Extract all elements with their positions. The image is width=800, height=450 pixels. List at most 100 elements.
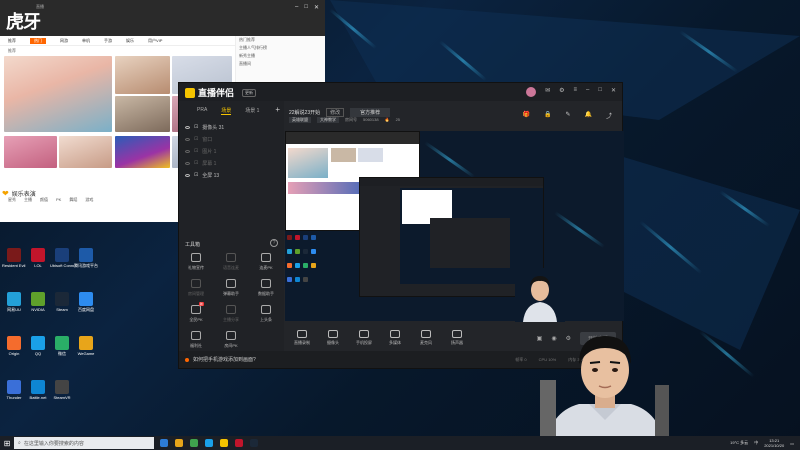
maximize-icon[interactable]: □ — [304, 4, 308, 11]
desktop-icon[interactable]: Battle.net — [26, 380, 50, 400]
section-tab[interactable]: 颜值 — [40, 197, 48, 203]
minimize-icon[interactable]: – — [295, 4, 298, 11]
desktop-icon[interactable]: 腾讯游戏平台 — [74, 248, 98, 268]
lock-icon[interactable]: ⊡ — [194, 124, 198, 130]
add-scene-icon[interactable]: + — [275, 105, 280, 114]
right-pane-row[interactable]: 主播人气排行榜 — [236, 44, 325, 52]
bottom-tool[interactable]: 多媒体 — [381, 330, 409, 346]
qq-icon[interactable] — [205, 439, 213, 447]
nav-item[interactable]: 娱乐 — [126, 38, 134, 44]
nav-item[interactable]: 单机 — [82, 38, 90, 44]
scene-tab[interactable]: PRA — [197, 107, 207, 115]
live-companion-icon[interactable] — [220, 439, 228, 447]
source-item[interactable]: ⊡ 窗口 — [179, 133, 284, 145]
desktop-icon[interactable]: WeGame — [74, 336, 98, 356]
lock-icon[interactable]: ⊡ — [194, 136, 198, 142]
footer-tip[interactable]: 如何把手机游戏添加到画面? — [193, 356, 256, 363]
bottom-tool[interactable]: 扬声器 — [443, 330, 471, 346]
edit-title-button[interactable]: 修改 — [326, 107, 345, 117]
chrome-icon[interactable] — [190, 439, 198, 447]
edit-icon[interactable]: ✎ — [565, 111, 570, 120]
tool-item[interactable]: 弹幕助手 — [214, 279, 248, 297]
desktop-icon[interactable]: NVIDIA — [26, 292, 50, 312]
desktop-icon[interactable]: Ubisoft Connect — [50, 248, 74, 268]
steam-icon[interactable] — [250, 439, 258, 447]
settings-icon[interactable]: ⚙ — [559, 87, 564, 97]
gift-icon[interactable]: 🎁 — [523, 111, 530, 120]
update-button[interactable]: 更新 — [242, 89, 256, 97]
camera-icon[interactable]: ▣ — [537, 335, 543, 342]
file-explorer-icon[interactable] — [175, 439, 183, 447]
scene-tab[interactable]: 场景 — [221, 107, 232, 115]
desktop-icon[interactable]: Thunder — [2, 380, 26, 400]
tool-item[interactable]: 上头条 — [249, 305, 283, 323]
stream-category-field[interactable]: 官方推荐 — [350, 107, 391, 117]
stream-thumbnail[interactable] — [4, 56, 112, 132]
right-pane-row[interactable]: 直播间 — [236, 60, 325, 68]
stream-thumbnail[interactable] — [4, 136, 57, 168]
weather-text[interactable]: 19°C 多云 — [730, 440, 748, 446]
game-category-chip[interactable]: 英雄联盟 — [289, 117, 311, 123]
desktop-icon[interactable]: 微信 — [50, 336, 74, 356]
bottom-tool[interactable]: 手机投屏 — [350, 330, 378, 346]
share-icon[interactable]: ⤴ — [606, 111, 612, 120]
taskbar-clock[interactable]: 13:21 2021/10/20 — [764, 438, 784, 448]
tool-item[interactable]: 福利社 — [179, 331, 213, 349]
ime-indicator[interactable]: 中 — [754, 440, 758, 446]
bottom-tool[interactable]: 直播录制 — [288, 330, 316, 346]
lock-icon[interactable]: ⊡ — [194, 148, 198, 154]
desktop-icon[interactable]: Resident Evil 5 — [2, 248, 26, 268]
avatar[interactable] — [526, 87, 537, 97]
desktop-icon[interactable]: Origin — [2, 336, 26, 356]
desktop-icon[interactable]: QQ — [26, 336, 50, 356]
nav-item[interactable]: 热门 — [30, 37, 46, 44]
lock-icon[interactable]: ⊡ — [194, 172, 198, 178]
windows-start-icon[interactable]: ⊞ — [0, 436, 14, 450]
section-tab[interactable]: 游戏 — [85, 197, 93, 203]
minimize-icon[interactable]: – — [586, 87, 589, 97]
nav-item[interactable]: 用户VIP — [148, 38, 162, 44]
bottom-tool[interactable]: 麦克风 — [412, 330, 440, 346]
notification-icon[interactable]: ▭ — [790, 441, 794, 446]
task-view-icon[interactable] — [160, 439, 168, 447]
help-icon[interactable]: ? — [270, 239, 278, 247]
scene-tab[interactable]: 场景 1 — [245, 107, 259, 115]
tool-item[interactable]: 数据助手 — [249, 279, 283, 297]
section-tab[interactable]: 主播 — [24, 197, 32, 203]
eye-icon[interactable] — [185, 149, 190, 153]
stream-thumbnail[interactable] — [59, 136, 112, 168]
lock-icon[interactable]: 🔒 — [544, 111, 551, 120]
source-item[interactable]: ⊡ 屏幕 1 — [179, 157, 284, 169]
nav-item[interactable]: 推荐 — [8, 38, 16, 44]
lock-icon[interactable]: ⊡ — [194, 160, 198, 166]
tool-item[interactable]: 全民PK 新 — [179, 302, 213, 323]
stream-thumbnail[interactable] — [115, 96, 170, 132]
right-pane-row[interactable]: 新秀主播 — [236, 52, 325, 60]
source-item[interactable]: ⊡ 摄像头 31 — [179, 121, 284, 133]
close-icon[interactable]: ✕ — [314, 4, 319, 11]
menu-icon[interactable]: ≡ — [573, 87, 577, 97]
section-tab[interactable]: 舞蹈 — [69, 197, 77, 203]
nav-item[interactable]: 网游 — [60, 38, 68, 44]
nav-item[interactable]: 手游 — [104, 38, 112, 44]
maximize-icon[interactable]: □ — [598, 87, 602, 97]
stream-thumbnail[interactable] — [115, 56, 170, 94]
message-icon[interactable]: ✉ — [545, 87, 550, 97]
taskbar-search[interactable]: ⌕ 在这里输入你要搜索的内容 — [14, 437, 154, 449]
source-item[interactable]: ⊡ 图片 1 — [179, 145, 284, 157]
tool-item[interactable]: 连麦PK — [249, 253, 283, 271]
tool-item[interactable]: 礼物宣传 — [179, 253, 213, 271]
section-tab[interactable]: PK — [56, 197, 61, 203]
desktop-icon[interactable]: 百度网盘 — [74, 292, 98, 312]
bell-icon[interactable]: 🔔 — [585, 111, 592, 120]
close-icon[interactable]: ✕ — [611, 87, 616, 97]
desktop-icon[interactable]: LOL — [26, 248, 50, 268]
tag-chip[interactable]: 大神教学 — [317, 117, 339, 123]
source-item[interactable]: ⊡ 全屏 13 — [179, 169, 284, 181]
eye-icon[interactable] — [185, 161, 190, 165]
bottom-tool[interactable]: 摄像头 — [319, 330, 347, 346]
eye-icon[interactable] — [185, 137, 190, 141]
stream-thumbnail[interactable] — [115, 136, 170, 168]
section-tab[interactable]: 星秀 — [8, 197, 16, 203]
eye-icon[interactable] — [185, 125, 190, 129]
